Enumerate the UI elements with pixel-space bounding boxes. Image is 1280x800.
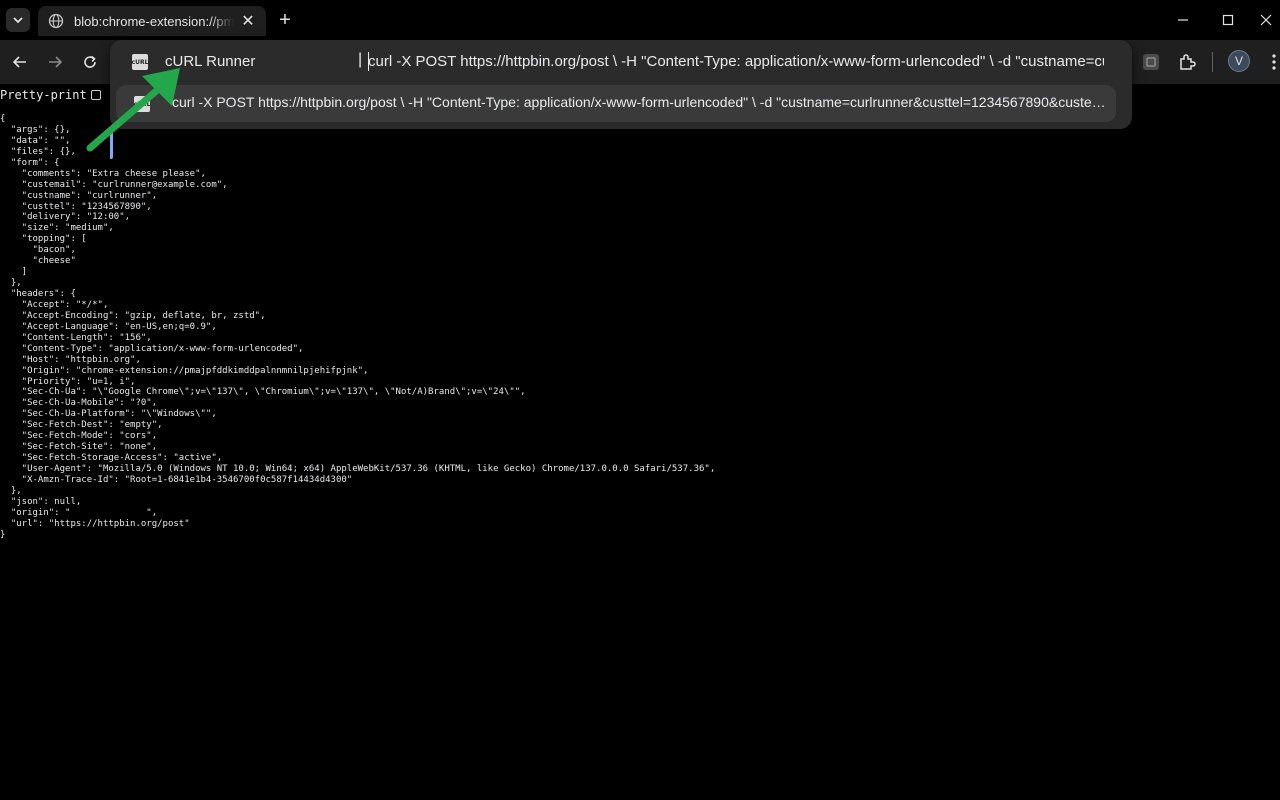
json-line: "cheese": [0, 256, 76, 267]
back-arrow-icon: [12, 56, 26, 68]
json-line: "bacon",: [0, 245, 76, 256]
extensions-menu-button[interactable]: [1175, 50, 1199, 74]
json-line: "X-Amzn-Trace-Id": "Root=1-6841e1b4-3546…: [0, 474, 353, 485]
extension-button[interactable]: [1139, 50, 1163, 74]
json-line: "origin": " ",: [0, 507, 158, 518]
address-bar[interactable]: cURL cURL Runner | curl -X POST https://…: [110, 40, 1132, 84]
json-line: "Sec-Fetch-Dest": "empty",: [0, 420, 163, 431]
json-line: "Priority": "u=1, i",: [0, 376, 136, 387]
extension-icon: [1143, 54, 1159, 70]
json-line: ]: [0, 267, 28, 278]
json-line: "Sec-Ch-Ua": "\"Google Chrome\";v=\"137\…: [0, 387, 526, 398]
forward-arrow-icon: [49, 56, 63, 68]
forward-button[interactable]: [43, 50, 67, 74]
profile-avatar[interactable]: V: [1228, 50, 1250, 72]
minimize-icon: [1178, 19, 1188, 21]
json-response: { "args": {}, "data": "", "files": {}, "…: [0, 114, 715, 541]
maximize-button[interactable]: [1208, 6, 1248, 34]
back-button[interactable]: [8, 50, 32, 74]
active-tab[interactable]: blob:chrome-extension://pmajpfddkimddpal…: [38, 6, 266, 36]
json-line: "custtel": "1234567890",: [0, 201, 152, 212]
window-close-button[interactable]: [1252, 6, 1280, 34]
page-content: Pretty-print { "args": {}, "data": "", "…: [0, 84, 1280, 800]
json-line: "custname": "curlrunner",: [0, 190, 158, 201]
json-line: "Accept": "*/*",: [0, 299, 109, 310]
json-line: "Accept-Encoding": "gzip, deflate, br, z…: [0, 310, 266, 321]
json-line: "User-Agent": "Mozilla/5.0 (Windows NT 1…: [0, 464, 716, 474]
json-line: "custemail": "curlrunner@example.com",: [0, 179, 228, 190]
tab-strip: blob:chrome-extension://pmajpfddkimddpal…: [0, 0, 1280, 40]
json-line: "delivery": "12:00",: [0, 212, 131, 223]
globe-icon: [48, 13, 64, 29]
minimize-button[interactable]: [1163, 6, 1203, 34]
puzzle-icon: [1180, 54, 1196, 70]
json-line: "form": {: [0, 157, 60, 168]
json-line: "Sec-Ch-Ua-Mobile": "?0",: [0, 398, 158, 409]
json-line: },: [0, 278, 22, 289]
more-menu-button[interactable]: [1262, 50, 1280, 74]
json-line: "Content-Type": "application/x-www-form-…: [0, 343, 304, 354]
json-line: "Origin": "chrome-extension://pmajpfddki…: [0, 365, 369, 376]
pretty-print-label: Pretty-print: [0, 88, 87, 102]
suggestion-text: curl -X POST https://httpbin.org/post \ …: [172, 94, 1110, 110]
json-line: "headers": {: [0, 289, 76, 299]
json-line: },: [0, 485, 22, 496]
keyword-separator: |: [358, 51, 363, 68]
address-bar-input[interactable]: curl -X POST https://httpbin.org/post \ …: [368, 53, 1104, 70]
json-line: "url": "https://httpbin.org/post": [0, 518, 190, 529]
chevron-down-icon: [13, 17, 23, 24]
omnibox-suggestion[interactable]: cURL curl -X POST https://httpbin.org/po…: [110, 85, 1116, 159]
json-line: "Content-Length": "156",: [0, 332, 152, 343]
json-line: "Host": "httpbin.org",: [0, 354, 141, 365]
json-line: "Sec-Fetch-Mode": "cors",: [0, 431, 158, 442]
json-line: "json": null,: [0, 496, 82, 507]
new-tab-button[interactable]: +: [274, 8, 296, 32]
json-line: "Accept-Language": "en-US,en;q=0.9",: [0, 321, 217, 332]
json-line: }: [0, 529, 6, 540]
text-caret: [368, 52, 369, 71]
close-icon[interactable]: ✕: [240, 13, 256, 30]
json-line: "topping": [: [0, 234, 87, 245]
toolbar-separator: [1212, 52, 1213, 72]
tab-title: blob:chrome-extension://pmajpfddkimddpal…: [74, 13, 234, 29]
json-line: "Sec-Ch-Ua-Platform": "\"Windows\"",: [0, 409, 217, 420]
json-line: "size": "medium",: [0, 223, 114, 234]
omnibox-dropdown: cURL cURL Runner | curl -X POST https://…: [110, 40, 1132, 159]
json-line: "Sec-Fetch-Storage-Access": "active",: [0, 453, 223, 464]
json-line: "comments": "Extra cheese please",: [0, 168, 206, 179]
json-line: "Sec-Fetch-Site": "none",: [0, 442, 158, 453]
more-vert-icon: [1272, 54, 1276, 70]
window-close-icon: [1260, 14, 1272, 26]
tab-search-button[interactable]: [6, 8, 30, 32]
annotation-arrow-icon: [86, 68, 180, 152]
plus-icon: +: [279, 8, 291, 31]
maximize-icon: [1222, 14, 1234, 26]
